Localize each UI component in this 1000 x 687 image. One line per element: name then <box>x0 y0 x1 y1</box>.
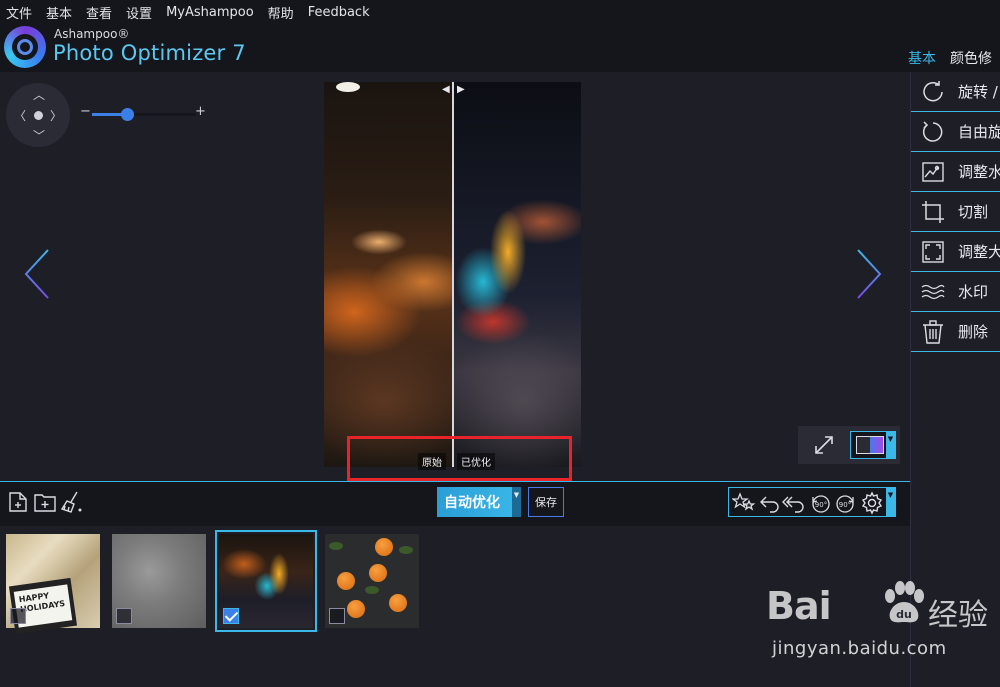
menu-myashampoo[interactable]: MyAshampoo <box>160 5 262 20</box>
resize-icon <box>922 240 944 263</box>
add-file-icon[interactable] <box>6 490 30 514</box>
magic-stars-icon[interactable] <box>732 491 756 515</box>
svg-text:90°: 90° <box>839 501 851 509</box>
thumbnail-checkbox[interactable] <box>116 608 132 624</box>
menu-feedback[interactable]: Feedback <box>302 5 378 20</box>
tool-watermark[interactable]: 水印 <box>911 272 1000 312</box>
zoom-slider-handle[interactable] <box>121 108 135 121</box>
tool-delete-label: 删除 <box>958 323 989 341</box>
photo-compare-view[interactable]: ◀ ▶ <box>324 82 581 467</box>
original-image <box>324 82 453 467</box>
svg-text:du: du <box>896 608 912 621</box>
tool-watermark-label: 水印 <box>958 283 989 301</box>
free-rotate-icon <box>922 120 943 142</box>
thumbnail-checkbox[interactable] <box>10 608 26 624</box>
previous-image-arrow-icon[interactable] <box>22 248 52 300</box>
add-folder-icon[interactable] <box>33 490 57 514</box>
zoom-in-button[interactable]: + <box>195 104 206 119</box>
tool-crop[interactable]: 切割 <box>911 192 1000 232</box>
zoom-slider[interactable] <box>92 108 196 121</box>
undo-all-icon[interactable] <box>782 491 806 515</box>
rotate-icon <box>923 80 943 101</box>
chevron-down-icon[interactable]: ▼ <box>886 432 895 458</box>
tool-resize[interactable]: 调整大 <box>911 232 1000 272</box>
menu-bar: 文件 基本 查看 设置 MyAshampoo 帮助 Feedback <box>0 0 1000 24</box>
split-view-icon <box>856 436 884 454</box>
tab-color[interactable]: 颜色修 <box>950 48 992 68</box>
divider-left-arrow-icon[interactable]: ◀ <box>442 84 450 95</box>
thumbnail-item-selected[interactable] <box>215 530 317 632</box>
divider-right-arrow-icon[interactable]: ▶ <box>457 84 465 95</box>
tool-straighten-label: 调整水 <box>958 163 1000 181</box>
tool-straighten[interactable]: 调整水 <box>911 152 1000 192</box>
watermark-url: jingyan.baidu.com <box>772 638 947 659</box>
tab-basic[interactable]: 基本 <box>908 48 936 68</box>
tool-delete[interactable]: 删除 <box>911 312 1000 352</box>
brand-company: Ashampoo® <box>54 27 130 41</box>
pan-center-icon[interactable] <box>34 111 43 120</box>
chevron-down-icon[interactable]: ▼ <box>512 487 521 517</box>
auto-optimize-label: 自动优化 <box>444 495 500 511</box>
next-image-arrow-icon[interactable] <box>854 248 884 300</box>
settings-gear-icon[interactable] <box>860 491 884 515</box>
pan-down-icon[interactable]: ﹀ <box>33 127 45 144</box>
holiday-card: HAPPY HOLIDAYS <box>8 577 78 635</box>
brand-product: Photo Optimizer 7 <box>53 41 246 65</box>
thumbnail-checkbox[interactable] <box>329 608 345 624</box>
pan-right-icon[interactable]: 〉 <box>50 107 62 124</box>
tool-free-rotate[interactable]: 自由旋 <box>911 112 1000 152</box>
rotate-left-90-icon[interactable]: 90° <box>808 491 832 515</box>
menu-settings[interactable]: 设置 <box>120 3 160 22</box>
rotate-right-90-icon[interactable]: 90° <box>834 491 858 515</box>
lamp-highlight <box>336 82 360 92</box>
chevron-down-icon[interactable]: ▼ <box>886 488 895 516</box>
app-header: Ashampoo® Photo Optimizer 7 基本 颜色修 <box>0 24 1000 72</box>
thumbnail-item[interactable] <box>325 534 419 628</box>
tool-rotate[interactable]: 旋转 / <box>911 72 1000 112</box>
thumbnail-item[interactable] <box>112 534 206 628</box>
tool-resize-label: 调整大 <box>958 243 1000 261</box>
thumbnail-checkbox[interactable] <box>223 608 239 624</box>
bottom-toolbar: 自动优化 ▼ 保存 90° 90° ▼ <box>0 482 910 526</box>
fullscreen-expand-icon[interactable] <box>812 433 836 457</box>
pan-left-icon[interactable]: 〈 <box>14 107 26 124</box>
auto-optimize-button[interactable]: 自动优化 ▼ <box>437 487 521 517</box>
menu-basic[interactable]: 基本 <box>40 3 80 22</box>
menu-help[interactable]: 帮助 <box>262 3 302 22</box>
baidu-jingyan-watermark: Bai du 经验 jingyan.baidu.com <box>766 578 996 678</box>
view-tools: ▼ <box>798 426 900 464</box>
pan-navigator[interactable]: ︿ ﹀ 〈 〉 <box>6 83 70 147</box>
panel-tabs: 基本 颜色修 <box>908 48 992 68</box>
baidu-paw-icon: du <box>885 581 924 623</box>
watermark-cn-text: 经验 <box>928 598 988 633</box>
compare-divider-handle[interactable] <box>452 82 454 467</box>
tool-crop-label: 切割 <box>958 203 989 221</box>
undo-icon[interactable] <box>758 491 782 515</box>
menu-file[interactable]: 文件 <box>0 3 40 22</box>
pan-up-icon[interactable]: ︿ <box>33 86 45 103</box>
zoom-out-button[interactable]: − <box>80 104 91 119</box>
tool-free-rotate-label: 自由旋 <box>958 123 1000 141</box>
watermark-icon <box>921 284 945 299</box>
svg-text:90°: 90° <box>815 501 827 509</box>
thumbnail-item[interactable]: HAPPY HOLIDAYS <box>6 534 100 635</box>
clear-list-broom-icon[interactable] <box>60 490 84 514</box>
ashampoo-logo-icon <box>4 26 46 68</box>
compare-mode-select[interactable]: ▼ <box>850 431 896 459</box>
trash-icon <box>923 319 943 344</box>
highlight-annotation-box <box>347 436 572 481</box>
menu-view[interactable]: 查看 <box>80 3 120 22</box>
straighten-icon <box>922 161 944 182</box>
tool-rotate-label: 旋转 / <box>958 83 998 101</box>
edit-actions-group: 90° 90° ▼ <box>728 487 896 517</box>
optimized-image <box>453 82 581 467</box>
crop-icon <box>922 200 944 223</box>
watermark-logo-text: Bai <box>766 584 832 628</box>
save-button[interactable]: 保存 <box>528 487 564 517</box>
